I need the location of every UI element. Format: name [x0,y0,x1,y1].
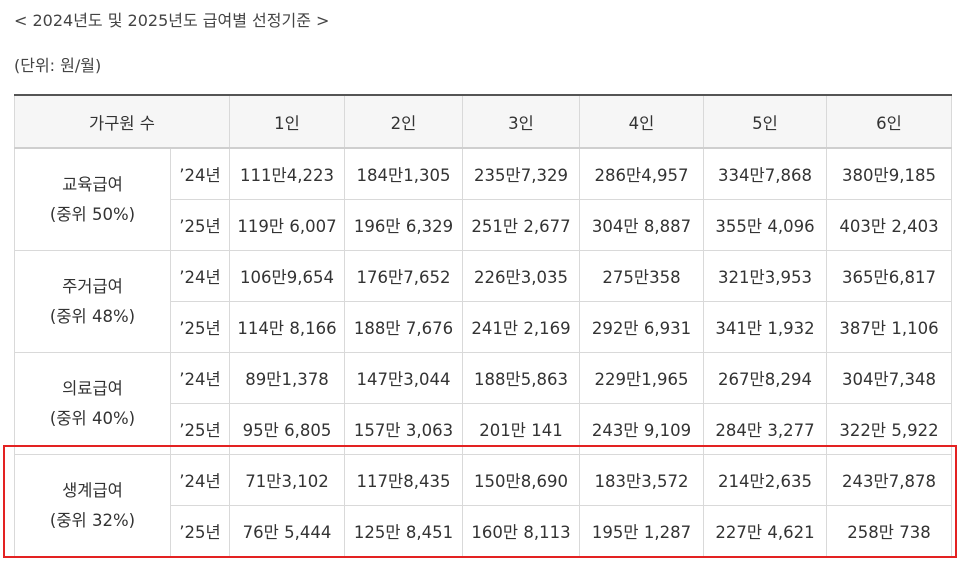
value-cell: 258만 738 [826,505,952,557]
value-cell: 195만 1,287 [579,505,704,557]
value-cell: 321만3,953 [703,250,827,302]
value-cell: 157만 3,063 [344,403,463,455]
page-title: < 2024년도 및 2025년도 급여별 선정기준 > [14,11,330,30]
year-cell: ’24년 [170,352,230,404]
value-cell: 183만3,572 [579,454,704,506]
category-cell-education: 교육급여 (중위 50%) [14,147,171,251]
year-cell: ’24년 [170,454,230,506]
value-cell: 403만 2,403 [826,199,952,251]
value-cell: 196만 6,329 [344,199,463,251]
table-row: 의료급여 (중위 40%) ’24년 89만1,378 147만3,044 18… [14,352,952,455]
value-cell: 188만5,863 [462,352,580,404]
value-cell: 147만3,044 [344,352,463,404]
header-col-5: 5인 [703,94,827,149]
value-cell: 284만 3,277 [703,403,827,455]
value-cell: 95만 6,805 [229,403,345,455]
table-header-row: 가구원 수 1인 2인 3인 4인 5인 6인 [14,94,952,149]
header-household-size: 가구원 수 [14,94,230,149]
value-cell: 89만1,378 [229,352,345,404]
header-col-4: 4인 [579,94,704,149]
selection-criteria-table: 가구원 수 1인 2인 3인 4인 5인 6인 교육급여 (중위 50%) ’2… [14,94,952,557]
header-col-6: 6인 [826,94,952,149]
value-cell: 125만 8,451 [344,505,463,557]
year-cell: ’24년 [170,147,230,200]
header-col-2: 2인 [344,94,463,149]
value-cell: 235만7,329 [462,147,580,200]
year-cell: ’25년 [170,505,230,557]
value-cell: 241만 2,169 [462,301,580,353]
value-cell: 117만8,435 [344,454,463,506]
value-cell: 119만 6,007 [229,199,345,251]
unit-note: (단위: 원/월) [14,56,102,75]
value-cell: 229만1,965 [579,352,704,404]
year-cell: ’25년 [170,403,230,455]
value-cell: 106만9,654 [229,250,345,302]
value-cell: 76만 5,444 [229,505,345,557]
value-cell: 275만358 [579,250,704,302]
table-row: 주거급여 (중위 48%) ’24년 106만9,654 176만7,652 2… [14,250,952,353]
value-cell: 322만 5,922 [826,403,952,455]
category-cell-livelihood: 생계급여 (중위 32%) [14,454,171,557]
category-name: 의료급여 [62,378,123,398]
value-cell: 111만4,223 [229,147,345,200]
value-cell: 184만1,305 [344,147,463,200]
table-row: 교육급여 (중위 50%) ’24년 111만4,223 184만1,305 2… [14,147,952,251]
header-col-3: 3인 [462,94,580,149]
value-cell: 176만7,652 [344,250,463,302]
category-name: 생계급여 [62,480,123,500]
value-cell: 243만 9,109 [579,403,704,455]
value-cell: 355만 4,096 [703,199,827,251]
value-cell: 160만 8,113 [462,505,580,557]
value-cell: 251만 2,677 [462,199,580,251]
value-cell: 304만7,348 [826,352,952,404]
category-name: 교육급여 [62,174,123,194]
value-cell: 341만 1,932 [703,301,827,353]
category-cell-medical: 의료급여 (중위 40%) [14,352,171,455]
value-cell: 304만 8,887 [579,199,704,251]
value-cell: 71만3,102 [229,454,345,506]
category-criterion: (중위 32%) [49,510,136,530]
category-cell-housing: 주거급여 (중위 48%) [14,250,171,353]
value-cell: 292만 6,931 [579,301,704,353]
year-cell: ’24년 [170,250,230,302]
table-row: 생계급여 (중위 32%) ’24년 71만3,102 117만8,435 15… [14,454,952,557]
value-cell: 226만3,035 [462,250,580,302]
value-cell: 286만4,957 [579,147,704,200]
value-cell: 227만 4,621 [703,505,827,557]
category-criterion: (중위 48%) [49,306,136,326]
value-cell: 380만9,185 [826,147,952,200]
year-cell: ’25년 [170,301,230,353]
category-name: 주거급여 [62,276,123,296]
value-cell: 201만 141 [462,403,580,455]
value-cell: 243만7,878 [826,454,952,506]
category-criterion: (중위 40%) [49,408,136,428]
value-cell: 267만8,294 [703,352,827,404]
value-cell: 334만7,868 [703,147,827,200]
value-cell: 188만 7,676 [344,301,463,353]
value-cell: 387만 1,106 [826,301,952,353]
header-col-1: 1인 [229,94,345,149]
value-cell: 150만8,690 [462,454,580,506]
value-cell: 214만2,635 [703,454,827,506]
value-cell: 114만 8,166 [229,301,345,353]
value-cell: 365만6,817 [826,250,952,302]
category-criterion: (중위 50%) [49,204,136,224]
year-cell: ’25년 [170,199,230,251]
